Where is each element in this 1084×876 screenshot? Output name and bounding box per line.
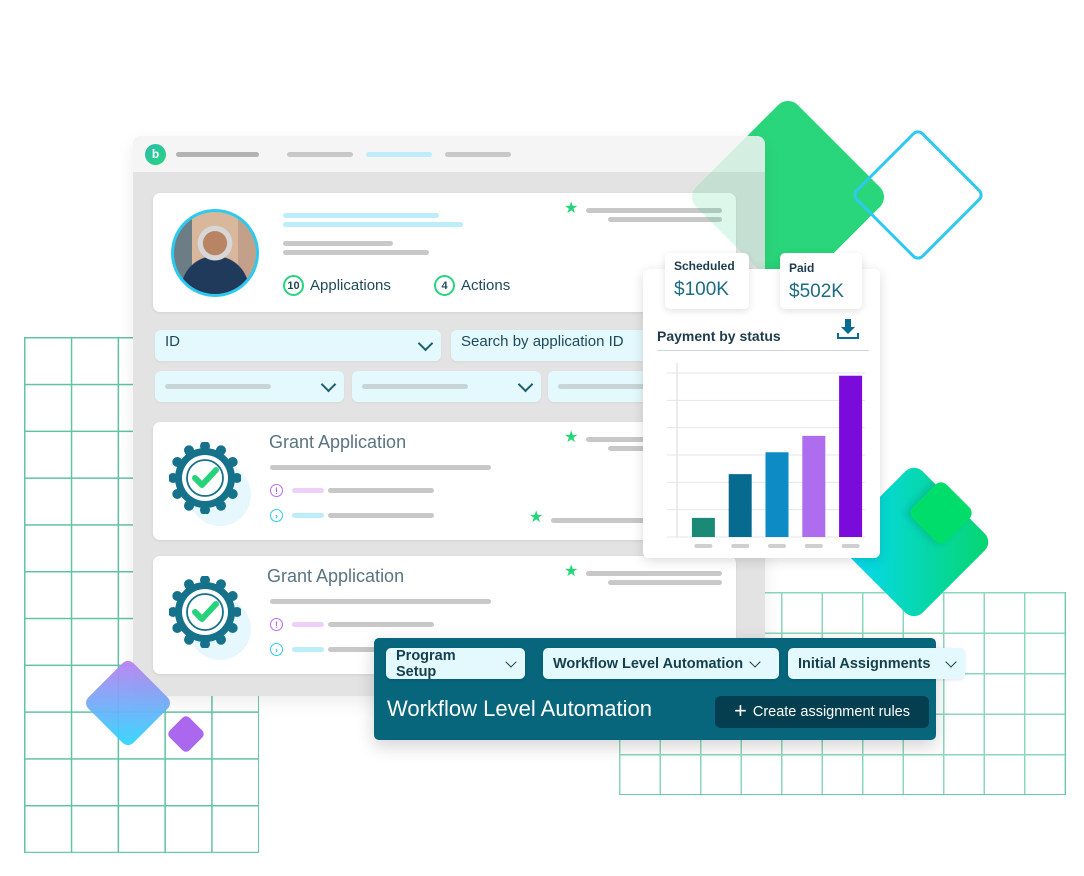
x-tick-label-placeholder	[768, 544, 786, 548]
chart-bar[interactable]	[839, 375, 863, 537]
chevron-down-icon	[505, 655, 517, 668]
breadcrumb-label: Program Setup	[396, 647, 456, 680]
nav-tab-3[interactable]	[445, 151, 511, 157]
id-select[interactable]: ID	[155, 330, 441, 361]
next-step-text-placeholder	[328, 513, 434, 518]
chevron-right-circle-icon: ›	[270, 643, 283, 656]
x-tick-label-placeholder	[804, 544, 823, 548]
scheduled-metric-card[interactable]: Scheduled $100K	[665, 253, 749, 309]
workflow-panel: Program Setup Workflow Level Automation …	[374, 638, 965, 740]
next-step-tag-placeholder	[292, 647, 324, 652]
application-title[interactable]: Grant Application	[269, 432, 406, 453]
star-icon: ★	[564, 563, 579, 580]
application-title[interactable]: Grant Application	[267, 566, 404, 587]
download-icon[interactable]	[836, 317, 860, 341]
id-select-label: ID	[165, 333, 180, 350]
profile-detail-placeholder	[283, 241, 393, 246]
title-bar: b	[133, 136, 765, 172]
next-step-tag-placeholder	[292, 513, 324, 518]
chart-bar[interactable]	[765, 452, 789, 537]
status-tag-placeholder	[292, 488, 324, 493]
applications-label: Applications	[310, 277, 391, 294]
paid-label: Paid	[789, 261, 815, 275]
create-assignment-rules-button[interactable]: + Create assignment rules	[715, 696, 929, 728]
alert-icon: !	[270, 484, 283, 497]
breadcrumb-label: Workflow Level Automation	[553, 655, 744, 672]
chart-bar[interactable]	[728, 474, 752, 537]
profile-subtitle-placeholder	[283, 222, 463, 227]
application-desc-placeholder	[270, 599, 491, 604]
chart-bar[interactable]	[802, 435, 826, 537]
actions-stat[interactable]: 4 Actions	[434, 275, 510, 296]
nav-tab-1[interactable]	[287, 151, 353, 157]
filter-value-placeholder	[165, 384, 271, 389]
actions-label: Actions	[461, 277, 511, 294]
filter-select-2[interactable]	[352, 371, 541, 402]
workflow-title: Workflow Level Automation	[387, 696, 652, 721]
payment-bar-chart	[667, 363, 865, 548]
chevron-down-icon	[320, 376, 337, 393]
breadcrumb-initial-assignments[interactable]: Initial Assignments	[788, 648, 965, 679]
payment-chart-title: Payment by status	[657, 328, 781, 344]
x-tick-label-placeholder	[841, 544, 860, 548]
status-tag-placeholder	[292, 622, 324, 627]
breadcrumb-workflow-level-automation[interactable]: Workflow Level Automation	[543, 648, 779, 679]
approved-badge-icon	[169, 576, 241, 648]
x-tick-label-placeholder	[731, 544, 750, 548]
x-tick-label-placeholder	[694, 544, 713, 548]
scheduled-label: Scheduled	[674, 259, 735, 273]
profile-detail-placeholder-2	[283, 250, 429, 255]
chevron-down-icon	[417, 335, 434, 352]
filter-value-placeholder	[362, 384, 468, 389]
star-icon: ★	[564, 429, 579, 446]
breadcrumb-label: Initial Assignments	[798, 655, 931, 672]
plus-icon: +	[733, 698, 747, 723]
chevron-down-icon	[517, 376, 534, 393]
applications-count: 10	[283, 275, 304, 296]
chevron-down-icon	[749, 655, 761, 668]
paid-value: $502K	[789, 281, 844, 302]
meta-placeholder-2	[608, 580, 722, 585]
chart-bar[interactable]	[691, 517, 715, 537]
paid-metric-card[interactable]: Paid $502K	[780, 253, 862, 309]
decorative-cyan-outline-diamond	[850, 127, 986, 263]
app-logo[interactable]: b	[145, 143, 166, 165]
profile-meta-placeholder-2	[608, 217, 722, 222]
status-text-placeholder	[328, 488, 434, 493]
avatar	[171, 209, 259, 297]
create-button-label: Create assignment rules	[752, 704, 911, 720]
nav-tab-2-active[interactable]	[366, 151, 432, 157]
profile-name-placeholder	[283, 213, 439, 218]
alert-icon: !	[270, 618, 283, 631]
payment-panel: Payment by status	[643, 269, 880, 558]
actions-count: 4	[434, 275, 455, 296]
app-name-placeholder	[176, 151, 259, 157]
chevron-right-circle-icon: ›	[270, 509, 283, 522]
divider	[657, 350, 869, 351]
star-icon: ★	[564, 200, 579, 217]
status-text-placeholder	[328, 622, 434, 627]
chevron-down-icon	[945, 655, 957, 668]
application-desc-placeholder	[270, 465, 491, 470]
scheduled-value: $100K	[674, 279, 729, 300]
filter-select-1[interactable]	[155, 371, 344, 402]
breadcrumb-program-setup[interactable]: Program Setup	[386, 647, 525, 680]
applications-stat[interactable]: 10 Applications	[283, 275, 391, 296]
meta-placeholder	[586, 571, 722, 576]
approved-badge-icon	[169, 442, 241, 514]
star-icon: ★	[529, 509, 544, 526]
